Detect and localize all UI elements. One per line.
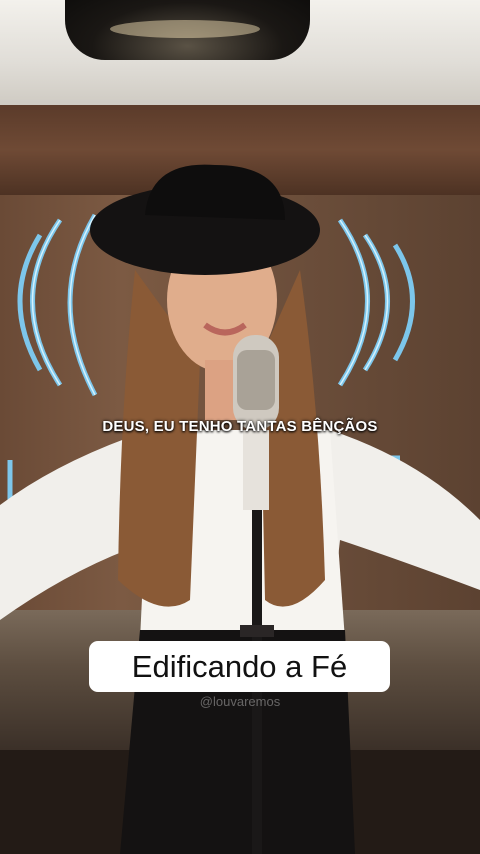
watermark: @louvaremos (199, 694, 281, 709)
video-frame[interactable]: DEUS, EU TENHO TANTAS BÊNÇÃOS Edificando… (0, 0, 480, 854)
lamp-glow (110, 20, 260, 38)
microphone-icon (233, 335, 279, 854)
lyric-caption: DEUS, EU TENHO TANTAS BÊNÇÃOS (102, 418, 378, 435)
channel-badge: Edificando a Fé (89, 641, 390, 692)
